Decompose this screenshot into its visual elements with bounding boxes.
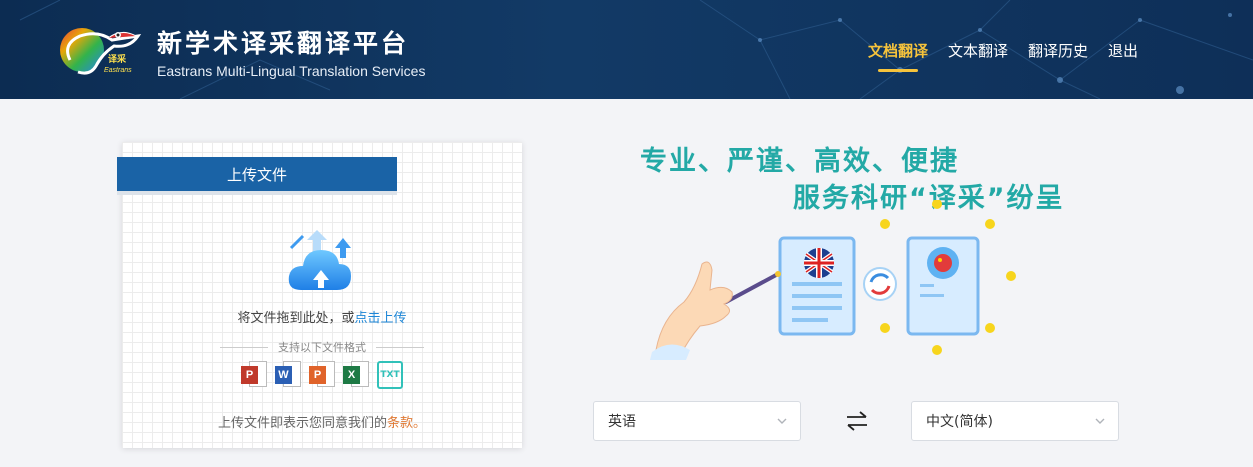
swap-languages-icon[interactable] — [844, 410, 870, 432]
hand-with-pen-icon — [650, 261, 781, 360]
drop-instructions: 将文件拖到此处，或点击上传 — [122, 307, 522, 326]
word-icon: W — [275, 361, 301, 389]
nav-document-translation[interactable]: 文档翻译 — [868, 40, 928, 74]
click-upload-link[interactable]: 点击上传 — [355, 311, 407, 326]
upload-card[interactable]: 上传文件 将文件拖到此处，或点击上传 支持以下文件格式 P W P X TXT — [117, 142, 522, 448]
excel-icon: X — [343, 361, 369, 389]
terms-notice: 上传文件即表示您同意我们的条款。 — [122, 412, 522, 431]
translate-swap-icon — [863, 267, 897, 301]
nav-logout[interactable]: 退出 — [1108, 40, 1138, 74]
brand-logo[interactable]: 译采 Eastrans — [52, 14, 144, 82]
uk-flag-icon — [804, 248, 834, 278]
chameleon-logo-icon: 译采 Eastrans — [60, 28, 142, 75]
site-subtitle: Eastrans Multi-Lingual Translation Servi… — [157, 63, 426, 79]
logo-text: 译采 — [108, 53, 126, 65]
terms-link[interactable]: 条款。 — [387, 416, 426, 431]
txt-icon: TXT — [377, 361, 403, 389]
chevron-down-icon — [1095, 418, 1105, 424]
formats-title-text: 支持以下文件格式 — [278, 341, 366, 354]
logo-subtext: Eastrans — [104, 67, 132, 74]
top-header: 译采 Eastrans 新学术译采翻译平台 Eastrans Multi-Lin… — [0, 0, 1253, 99]
upload-tab: 上传文件 — [117, 157, 397, 195]
slogan-line-1: 专业、严谨、高效、便捷 — [640, 146, 959, 177]
format-icons: P W P X TXT — [241, 361, 403, 389]
drop-text: 将文件拖到此处，或 — [237, 311, 355, 326]
ppt-icon: P — [309, 361, 335, 389]
source-language-select[interactable]: 英语 — [593, 401, 801, 441]
nav-translation-history[interactable]: 翻译历史 — [1028, 40, 1088, 74]
main-nav: 文档翻译 文本翻译 翻译历史 退出 — [868, 40, 1138, 74]
site-title: 新学术译采翻译平台 — [157, 29, 410, 58]
pdf-icon: P — [241, 361, 267, 389]
source-language-value: 英语 — [608, 414, 636, 430]
target-language-value: 中文(简体) — [926, 414, 993, 430]
terms-text: 上传文件即表示您同意我们的 — [217, 416, 387, 431]
translation-illustration — [650, 200, 1016, 360]
supported-formats-title: 支持以下文件格式 — [220, 339, 424, 355]
chevron-down-icon — [777, 418, 787, 424]
nav-text-translation[interactable]: 文本翻译 — [948, 40, 1008, 74]
cloud-upload-icon[interactable] — [287, 230, 359, 294]
target-language-select[interactable]: 中文(简体) — [911, 401, 1119, 441]
china-flag-icon — [927, 247, 959, 279]
